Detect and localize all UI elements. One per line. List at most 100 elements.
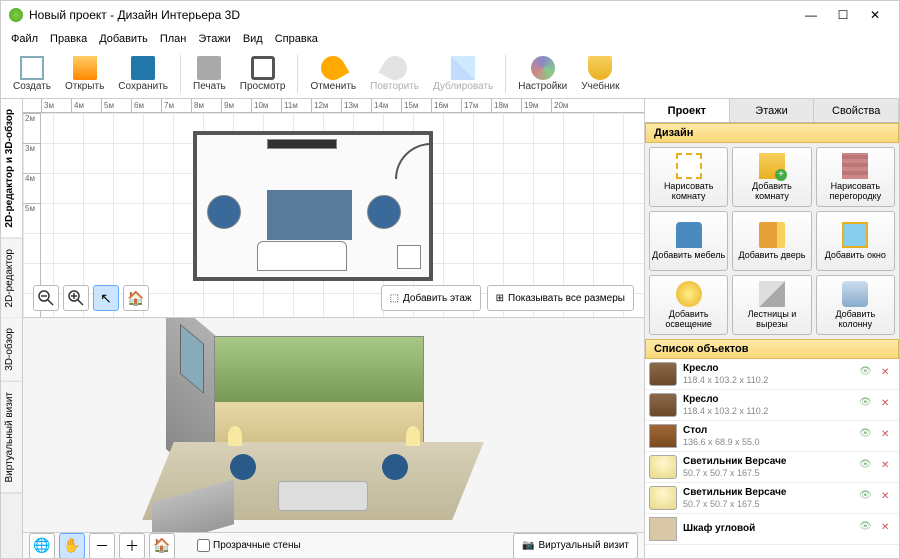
- lamp-icon: [649, 455, 677, 479]
- add-column-button[interactable]: Добавить колонну: [816, 275, 895, 335]
- design-tool-grid: Нарисовать комнату Добавить комнату Нари…: [645, 143, 899, 339]
- zoom-in-button[interactable]: [63, 285, 89, 311]
- canvas-column: 3м4м5м6м7м8м9м10м11м12м13м14м15м16м17м18…: [23, 99, 644, 558]
- furniture-sofa[interactable]: [257, 241, 347, 271]
- delete-button[interactable]: ✕: [881, 367, 895, 381]
- vtab-3d-view[interactable]: 3D-обзор: [1, 318, 22, 382]
- list-item[interactable]: Шкаф угловой👁✕: [645, 514, 899, 545]
- statusbar: 🌐 ✋ － ＋ 🏠 Прозрачные стены 📷Виртуальный …: [23, 532, 644, 558]
- open-button[interactable]: Открыть: [59, 54, 110, 94]
- right-panel: Проект Этажи Свойства Дизайн Нарисовать …: [644, 99, 899, 558]
- door-arc[interactable]: [395, 143, 431, 179]
- list-item[interactable]: Светильник Версаче50.7 x 50.7 x 167.5👁✕: [645, 483, 899, 514]
- vtab-2d-editor[interactable]: 2D-редактор: [1, 239, 22, 319]
- preview-button[interactable]: Просмотр: [234, 54, 292, 94]
- vtab-2d-3d[interactable]: 2D-редактор и 3D-обзор: [1, 99, 22, 239]
- close-button[interactable]: ✕: [859, 5, 891, 25]
- create-button[interactable]: Создать: [7, 54, 57, 94]
- save-button[interactable]: Сохранить: [112, 54, 174, 94]
- lamp-3d-2[interactable]: [406, 426, 420, 446]
- menu-add[interactable]: Добавить: [93, 33, 154, 45]
- add-window-button[interactable]: Добавить окно: [816, 211, 895, 271]
- duplicate-button[interactable]: Дублировать: [427, 54, 499, 94]
- maximize-button[interactable]: ☐: [827, 5, 859, 25]
- shield-icon: [588, 56, 612, 80]
- add-furniture-button[interactable]: Добавить мебель: [649, 211, 728, 271]
- list-item[interactable]: Стол136.6 x 68.9 x 55.0👁✕: [645, 421, 899, 452]
- tab-properties[interactable]: Свойства: [814, 99, 899, 122]
- pan-button[interactable]: ✋: [59, 533, 85, 559]
- menu-floors[interactable]: Этажи: [192, 33, 236, 45]
- zoom-out-3d-button[interactable]: －: [89, 533, 115, 559]
- settings-button[interactable]: Настройки: [512, 54, 573, 94]
- delete-button[interactable]: ✕: [881, 398, 895, 412]
- list-item[interactable]: Кресло118.4 x 103.2 x 110.2👁✕: [645, 390, 899, 421]
- lamp-3d-1[interactable]: [228, 426, 242, 446]
- orbit-button[interactable]: 🌐: [29, 533, 55, 559]
- draw-room-button[interactable]: Нарисовать комнату: [649, 147, 728, 207]
- armchair-icon: [649, 393, 677, 417]
- redo-button[interactable]: Повторить: [364, 54, 425, 94]
- furniture-side-table[interactable]: [397, 245, 421, 269]
- visibility-toggle[interactable]: 👁: [859, 490, 875, 506]
- door-icon: [759, 222, 785, 248]
- menu-plan[interactable]: План: [154, 33, 193, 45]
- armchair-3d-1[interactable]: [230, 454, 256, 480]
- tutorial-button[interactable]: Учебник: [575, 54, 625, 94]
- visibility-toggle[interactable]: 👁: [859, 459, 875, 475]
- lightbulb-icon: [676, 281, 702, 307]
- menu-file[interactable]: Файл: [5, 33, 44, 45]
- hand-icon: ✋: [63, 537, 80, 554]
- furniture-tv[interactable]: [267, 139, 337, 149]
- add-light-button[interactable]: Добавить освещение: [649, 275, 728, 335]
- vtab-virtual[interactable]: Виртуальный визит: [1, 382, 22, 494]
- plan-3d-viewport[interactable]: [23, 317, 644, 532]
- objects-list[interactable]: Кресло118.4 x 103.2 x 110.2👁✕ Кресло118.…: [645, 359, 899, 558]
- canvas-2d-toolbar-right: ⬚Добавить этаж ⊞Показывать все размеры: [381, 285, 634, 311]
- zoom-out-button[interactable]: [33, 285, 59, 311]
- draw-wall-button[interactable]: Нарисовать перегородку: [816, 147, 895, 207]
- table-icon: [649, 424, 677, 448]
- right-tabs: Проект Этажи Свойства: [645, 99, 899, 123]
- delete-button[interactable]: ✕: [881, 460, 895, 474]
- print-button[interactable]: Печать: [187, 54, 232, 94]
- tab-floors[interactable]: Этажи: [730, 99, 815, 122]
- virtual-visit-button[interactable]: 📷Виртуальный визит: [513, 533, 638, 559]
- stairs-button[interactable]: Лестницы и вырезы: [732, 275, 811, 335]
- minimize-button[interactable]: —: [795, 5, 827, 25]
- furniture-rug[interactable]: [267, 190, 352, 240]
- transparent-walls-checkbox[interactable]: Прозрачные стены: [197, 539, 301, 552]
- cursor-button[interactable]: ↖: [93, 285, 119, 311]
- show-sizes-button[interactable]: ⊞Показывать все размеры: [487, 285, 634, 311]
- home-button[interactable]: 🏠: [123, 285, 149, 311]
- visibility-toggle[interactable]: 👁: [859, 397, 875, 413]
- undo-button[interactable]: Отменить: [304, 54, 362, 94]
- menu-edit[interactable]: Правка: [44, 33, 93, 45]
- menu-view[interactable]: Вид: [237, 33, 269, 45]
- delete-button[interactable]: ✕: [881, 522, 895, 536]
- delete-button[interactable]: ✕: [881, 491, 895, 505]
- visibility-toggle[interactable]: 👁: [859, 521, 875, 537]
- room-outline[interactable]: [193, 131, 433, 281]
- plan-2d-viewport[interactable]: 2м3м4м5м ↖ 🏠 ⬚Добавить этаж ⊞Показывать …: [23, 113, 644, 317]
- sofa-3d[interactable]: [278, 481, 368, 511]
- visibility-toggle[interactable]: 👁: [859, 366, 875, 382]
- furniture-armchair-1[interactable]: [207, 195, 241, 229]
- delete-button[interactable]: ✕: [881, 429, 895, 443]
- armchair-icon: [676, 222, 702, 248]
- tab-project[interactable]: Проект: [645, 99, 730, 122]
- add-floor-button[interactable]: ⬚Добавить этаж: [381, 285, 481, 311]
- armchair-icon: [649, 362, 677, 386]
- furniture-armchair-2[interactable]: [367, 195, 401, 229]
- add-door-button[interactable]: Добавить дверь: [732, 211, 811, 271]
- add-room-button[interactable]: Добавить комнату: [732, 147, 811, 207]
- home-3d-button[interactable]: 🏠: [149, 533, 175, 559]
- menu-help[interactable]: Справка: [269, 33, 324, 45]
- list-item[interactable]: Кресло118.4 x 103.2 x 110.2👁✕: [645, 359, 899, 390]
- dimensions-icon: ⊞: [496, 293, 504, 304]
- visibility-toggle[interactable]: 👁: [859, 428, 875, 444]
- list-item[interactable]: Светильник Версаче50.7 x 50.7 x 167.5👁✕: [645, 452, 899, 483]
- armchair-3d-2[interactable]: [382, 454, 408, 480]
- zoom-in-3d-button[interactable]: ＋: [119, 533, 145, 559]
- room-3d: [158, 336, 468, 526]
